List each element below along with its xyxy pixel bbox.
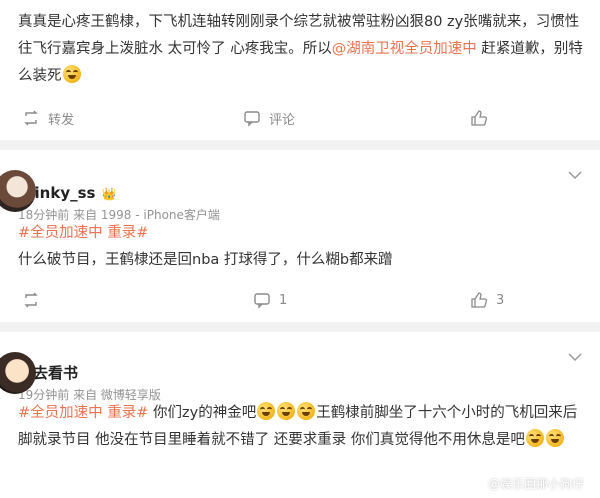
watermark-text: @娱乐圈那小狗仔 — [487, 477, 584, 491]
comment-button[interactable]: 评论 — [243, 104, 295, 132]
laughing-emoji-icon — [277, 402, 296, 420]
repost-button[interactable] — [22, 286, 48, 314]
crying-emoji-icon — [62, 65, 81, 83]
comment-icon — [254, 293, 270, 309]
repost-button[interactable]: 转发 — [22, 104, 74, 132]
repost-icon — [24, 292, 38, 308]
comment-label: 评论 — [269, 112, 296, 128]
thumbs-up-icon — [471, 110, 487, 126]
like-button[interactable]: 3 — [470, 286, 504, 314]
post-3-text: #全员加速中 重录# 你们zy的神金吧 王鹤棣前脚坐了十六个小时的飞机回来后脚就录… — [18, 400, 588, 454]
post-3: 多去看书 19分钟前 来自 微博轻享版 #全员加速中 重录# 你们zy的神金吧王… — [0, 332, 600, 498]
post-2-actions: 1 3 — [0, 286, 600, 314]
laughing-emoji-icon — [545, 429, 564, 447]
laughing-emoji-icon — [525, 429, 544, 447]
laughing-emoji-icon — [257, 402, 276, 420]
post-1-actions: 转发 评论 — [0, 104, 600, 132]
camera-logo-icon — [469, 476, 483, 491]
crown-badge-icon: 👑 — [101, 187, 117, 201]
comment-count: 1 — [279, 292, 288, 308]
like-count: 3 — [496, 292, 505, 308]
topic-tag[interactable]: #全员加速中 重录# — [18, 405, 148, 421]
mention-link[interactable]: @湖南卫视全员加速中 — [332, 41, 477, 57]
repost-icon — [24, 110, 38, 126]
comment-button[interactable]: 1 — [253, 286, 287, 314]
laughing-emoji-icon — [297, 402, 316, 420]
post-3-body-a: 你们zy的神金吧 — [148, 405, 257, 421]
post-1: 真真是心疼王鹤棣，下飞机连轴转刚刚录个综艺就被常驻粉凶狠80 zy张嘴就来，习惯… — [0, 0, 600, 140]
chevron-down-icon[interactable] — [568, 170, 582, 180]
comment-icon — [244, 111, 260, 127]
like-button[interactable] — [470, 104, 496, 132]
thumbs-up-icon — [471, 292, 487, 308]
post-2-body: 什么破节目，王鹤棣还是回nba 打球得了，什么糊b都来蹭 — [18, 252, 393, 268]
post-2: Winky_ss 👑 18分钟前 来自 1998 - iPhone客户端 #全员加… — [0, 150, 600, 322]
separator — [0, 322, 600, 332]
separator — [0, 140, 600, 150]
repost-label: 转发 — [48, 112, 75, 128]
post-2-text: #全员加速中 重录# 什么破节目，王鹤棣还是回nba 打球得了，什么糊b都来蹭 — [18, 220, 588, 274]
chevron-down-icon[interactable] — [568, 352, 582, 362]
watermark: @娱乐圈那小狗仔 — [469, 475, 584, 492]
post-1-text: 真真是心疼王鹤棣，下飞机连轴转刚刚录个综艺就被常驻粉凶狠80 zy张嘴就来，习惯… — [18, 9, 588, 90]
topic-tag[interactable]: #全员加速中 重录# — [18, 220, 588, 247]
